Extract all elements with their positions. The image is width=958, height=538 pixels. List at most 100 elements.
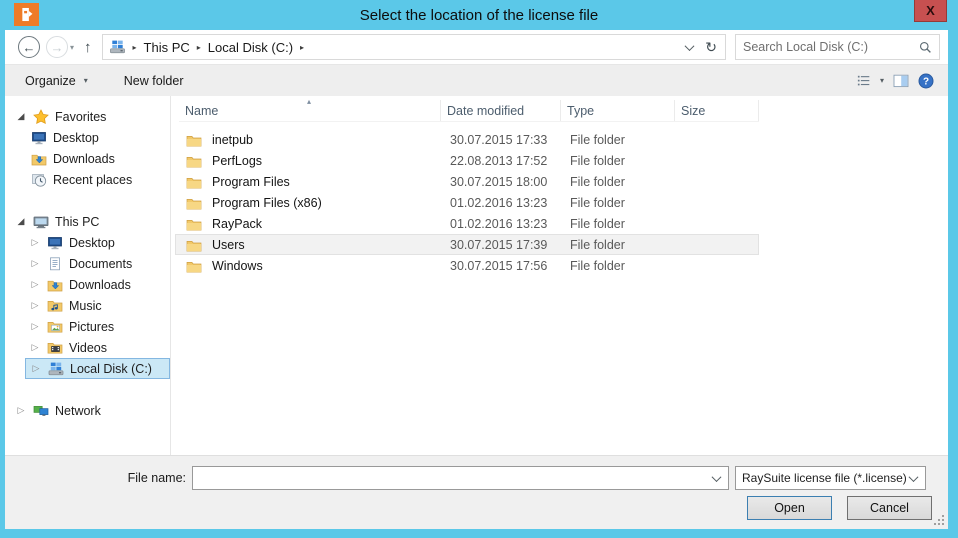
tree-collapsed-icon[interactable]: ▷	[29, 300, 41, 311]
change-view-icon[interactable]	[856, 73, 871, 88]
file-name-input[interactable]	[197, 468, 713, 488]
resize-grip[interactable]	[942, 523, 944, 525]
up-button[interactable]: ↑	[84, 39, 92, 56]
back-arrow-icon: ←	[23, 40, 36, 55]
raysuite-app-icon	[17, 5, 36, 24]
file-row-perflogs[interactable]: PerfLogs 22.08.2013 17:52 File folder	[175, 150, 759, 171]
caret-down-icon: ▾	[84, 76, 88, 85]
sidebar-item-music[interactable]: ▷ Music	[5, 295, 170, 316]
window-title: Select the location of the license file	[360, 7, 598, 24]
column-label: Name	[185, 104, 218, 118]
help-icon[interactable]: ?	[918, 73, 934, 89]
sidebar-group-favorites[interactable]: ◢ Favorites	[5, 106, 170, 127]
breadcrumb-this-pc[interactable]: This PC	[144, 40, 190, 55]
file-row-program-files-x86[interactable]: Program Files (x86) 01.02.2016 13:23 Fil…	[175, 192, 759, 213]
sidebar-item-label: Pictures	[69, 320, 114, 334]
column-label: Size	[681, 104, 705, 118]
file-type-select[interactable]: RaySuite license file (*.license)	[735, 466, 926, 490]
search-input[interactable]	[743, 40, 919, 54]
close-button[interactable]: X	[914, 0, 947, 22]
local-disk-icon	[48, 361, 64, 377]
sidebar-item-label: Desktop	[69, 236, 115, 250]
recent-locations-dropdown[interactable]: ▾	[70, 43, 74, 52]
new-folder-label: New folder	[124, 74, 184, 88]
file-rows: inetpub 30.07.2015 17:33 File folder Per…	[171, 129, 948, 276]
sidebar-group-network[interactable]: ▷ Network	[5, 400, 170, 421]
column-label: Type	[567, 104, 594, 118]
tree-collapsed-icon[interactable]: ▷	[29, 237, 41, 248]
column-header-date-modified[interactable]: Date modified	[441, 100, 561, 121]
folder-icon	[186, 133, 202, 147]
tree-expanded-icon[interactable]: ◢	[15, 111, 27, 122]
desktop-icon	[31, 130, 47, 146]
file-date: 30.07.2015 17:56	[444, 259, 564, 273]
breadcrumb-location[interactable]: Local Disk (C:)	[208, 40, 293, 55]
file-name-dropdown-chevron-icon[interactable]	[712, 472, 722, 482]
file-name: Program Files	[212, 175, 444, 189]
file-name: Users	[212, 238, 444, 252]
file-row-raypack[interactable]: RayPack 01.02.2016 13:23 File folder	[175, 213, 759, 234]
sidebar-item-local-disk-c[interactable]: ▷ Local Disk (C:)	[25, 358, 170, 379]
folder-icon	[186, 196, 202, 210]
dialog-content: ← → ▾ ↑ ▸ This PC ▸ Local Disk (C:) ▸	[5, 30, 948, 529]
column-header-size[interactable]: Size	[675, 100, 759, 121]
tree-collapsed-icon[interactable]: ▷	[30, 363, 42, 374]
sort-ascending-icon: ▴	[307, 97, 311, 106]
desktop-folder-icon	[47, 235, 63, 251]
drive-icon	[109, 39, 126, 55]
file-dialog-window: Select the location of the license file …	[0, 0, 958, 538]
address-dropdown-chevron-icon[interactable]	[685, 41, 695, 51]
close-icon: X	[926, 3, 935, 18]
address-bar[interactable]: ▸ This PC ▸ Local Disk (C:) ▸ ↻	[102, 34, 726, 60]
videos-icon	[47, 340, 63, 356]
file-date: 30.07.2015 18:00	[444, 175, 564, 189]
tree-collapsed-icon[interactable]: ▷	[29, 321, 41, 332]
music-icon	[47, 298, 63, 314]
sidebar-item-desktop[interactable]: ▷ Desktop	[5, 232, 170, 253]
tree-collapsed-icon[interactable]: ▷	[29, 342, 41, 353]
this-pc-label: This PC	[55, 215, 99, 229]
sidebar-item-downloads[interactable]: ▷ Downloads	[5, 274, 170, 295]
file-type-value: RaySuite license file (*.license)	[742, 471, 907, 485]
refresh-button[interactable]: ↻	[705, 39, 717, 56]
search-icon	[919, 41, 932, 54]
pictures-icon	[47, 319, 63, 335]
tree-expanded-icon[interactable]: ◢	[15, 216, 27, 227]
open-button[interactable]: Open	[747, 496, 832, 520]
sidebar-item-videos[interactable]: ▷ Videos	[5, 337, 170, 358]
column-header-name[interactable]: Name ▴	[179, 100, 441, 121]
organize-label: Organize	[25, 74, 76, 88]
tree-collapsed-icon[interactable]: ▷	[15, 405, 27, 416]
folder-icon	[186, 175, 202, 189]
file-row-program-files[interactable]: Program Files 30.07.2015 18:00 File fold…	[175, 171, 759, 192]
file-list-pane: Name ▴ Date modified Type Size	[171, 96, 948, 455]
file-row-windows[interactable]: Windows 30.07.2015 17:56 File folder	[175, 255, 759, 276]
forward-button[interactable]: →	[46, 36, 68, 58]
new-folder-button[interactable]: New folder	[124, 74, 184, 88]
documents-icon	[47, 256, 63, 272]
view-dropdown-caret-icon[interactable]: ▾	[880, 76, 884, 85]
organize-menu[interactable]: Organize ▾	[25, 74, 88, 88]
file-row-users[interactable]: Users 30.07.2015 17:39 File folder	[175, 234, 759, 255]
sidebar-item-documents[interactable]: ▷ Documents	[5, 253, 170, 274]
caret-down-icon: ▾	[70, 43, 74, 52]
sidebar-item-downloads-favorite[interactable]: Downloads	[5, 148, 170, 169]
preview-pane-icon[interactable]	[893, 73, 909, 89]
breadcrumb-separator-icon: ▸	[300, 43, 304, 52]
app-icon	[14, 3, 39, 26]
back-button[interactable]: ←	[18, 36, 40, 58]
column-headers: Name ▴ Date modified Type Size	[179, 100, 759, 122]
column-header-type[interactable]: Type	[561, 100, 675, 121]
tree-collapsed-icon[interactable]: ▷	[29, 258, 41, 269]
sidebar-item-label: Downloads	[53, 152, 115, 166]
sidebar-item-recent-places[interactable]: Recent places	[5, 169, 170, 190]
file-date: 01.02.2016 13:23	[444, 196, 564, 210]
column-label: Date modified	[447, 104, 524, 118]
sidebar-item-pictures[interactable]: ▷ Pictures	[5, 316, 170, 337]
file-row-inetpub[interactable]: inetpub 30.07.2015 17:33 File folder	[175, 129, 759, 150]
tree-collapsed-icon[interactable]: ▷	[29, 279, 41, 290]
cancel-button[interactable]: Cancel	[847, 496, 932, 520]
sidebar-group-this-pc[interactable]: ◢ This PC	[5, 211, 170, 232]
file-date: 01.02.2016 13:23	[444, 217, 564, 231]
sidebar-item-desktop-favorite[interactable]: Desktop	[5, 127, 170, 148]
